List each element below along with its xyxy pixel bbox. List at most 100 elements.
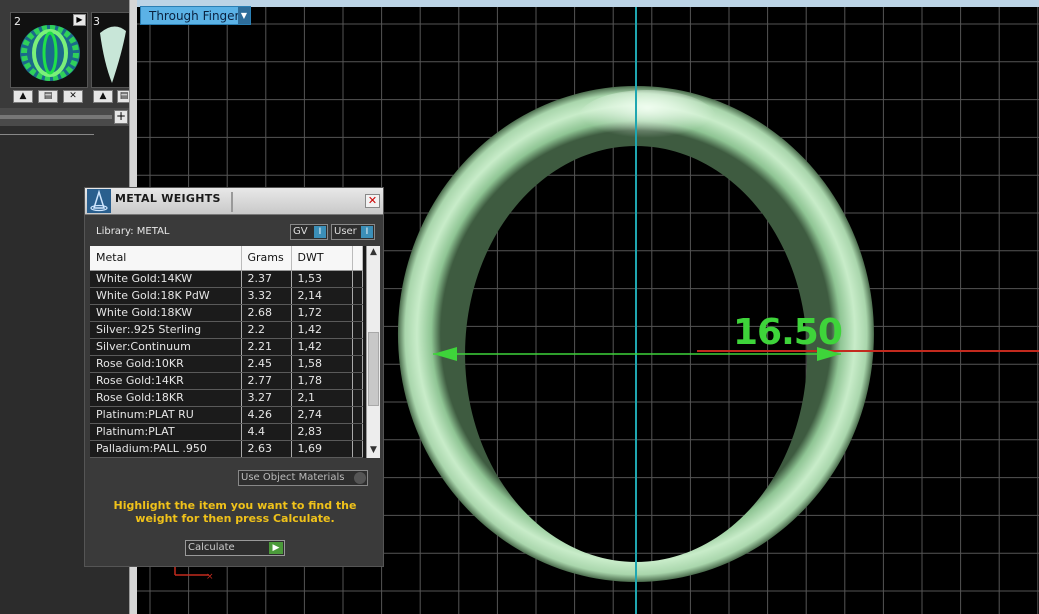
metal-weights-icon [87,189,111,213]
cell-dwt: 2,14 [291,287,353,305]
use-object-materials-label: Use Object Materials [241,472,345,483]
cell-extra [352,389,363,407]
table-row[interactable]: Rose Gold:14KR 2.77 1,78 [90,372,363,390]
cell-metal: Rose Gold:14KR [90,372,242,390]
divider [0,134,94,135]
play-arrow-icon: ▶ [269,542,283,554]
cell-dwt: 1,69 [291,440,353,458]
cell-grams: 3.27 [241,389,292,407]
scroll-thumb[interactable] [368,332,379,406]
cell-grams: 2.21 [241,338,292,356]
cell-dwt: 1,72 [291,304,353,322]
cell-extra [352,440,363,458]
column-header-metal[interactable]: Metal [90,246,242,271]
cell-grams: 2.68 [241,304,292,322]
chevron-down-icon[interactable]: ▼ [238,7,250,24]
calculate-button[interactable]: Calculate ▶ [185,540,285,556]
table-row[interactable]: White Gold:18KW 2.68 1,72 [90,304,363,322]
table-row[interactable]: White Gold:18K PdW 3.32 2,14 [90,287,363,305]
table-scrollbar[interactable]: ▲ ▼ [366,246,380,458]
cell-metal: Silver:Continuum [90,338,242,356]
cell-grams: 2.63 [241,440,292,458]
cell-grams: 2.45 [241,355,292,373]
table-row[interactable]: Platinum:PLAT RU 4.26 2,74 [90,406,363,424]
metal-weights-dialog: METAL WEIGHTS ✕ Library: METAL GV I User… [84,187,384,567]
library-label: Library: METAL [96,226,170,237]
table-row[interactable]: Platinum:PLAT 4.4 2,83 [90,423,363,441]
cell-extra [352,372,363,390]
close-icon[interactable]: ✕ [63,90,83,103]
user-label: User [334,226,357,237]
table-row[interactable]: Silver:Continuum 2.21 1,42 [90,338,363,356]
table-row[interactable]: Silver:.925 Sterling 2.2 1,42 [90,321,363,339]
cell-grams: 2.2 [241,321,292,339]
thumbnail-number: 2 [14,15,21,28]
table-row[interactable]: Rose Gold:18KR 3.27 2,1 [90,389,363,407]
cell-dwt: 1,42 [291,338,353,356]
cell-metal: White Gold:18KW [90,304,242,322]
cell-extra [352,270,363,288]
table-row[interactable]: Rose Gold:10KR 2.45 1,58 [90,355,363,373]
radio-indicator-icon [354,472,366,484]
view-mode-label: Through Finger [149,9,240,23]
calculate-label: Calculate [188,542,235,553]
toggle-indicator-icon: I [361,226,373,238]
table-header-row: Metal Grams DWT [90,246,363,271]
viewport-top-border [137,0,1039,7]
cell-extra [352,355,363,373]
cell-extra [352,338,363,356]
cell-dwt: 1,53 [291,270,353,288]
cell-grams: 4.26 [241,406,292,424]
save-icon[interactable]: ▤ [38,90,58,103]
dialog-title: METAL WEIGHTS [115,192,221,205]
up-arrow-icon[interactable]: ▲ [93,90,113,103]
cell-dwt: 2,83 [291,423,353,441]
cell-extra [352,406,363,424]
cell-dwt: 2,74 [291,406,353,424]
column-header-grams[interactable]: Grams [241,246,292,271]
use-object-materials-toggle[interactable]: Use Object Materials [238,470,368,486]
cell-metal: Silver:.925 Sterling [90,321,242,339]
dialog-titlebar[interactable]: METAL WEIGHTS ✕ [85,188,383,215]
cell-dwt: 2,1 [291,389,353,407]
cell-metal: White Gold:18K PdW [90,287,242,305]
cell-grams: 3.32 [241,287,292,305]
add-button[interactable]: + [114,110,128,124]
gv-toggle[interactable]: GV I [290,224,328,240]
thumbnail-number: 3 [93,15,100,28]
cell-grams: 2.77 [241,372,292,390]
view-mode-dropdown[interactable]: Through Finger ▼ [140,6,251,25]
svg-text:×: × [206,572,214,582]
cell-grams: 4.4 [241,423,292,441]
user-toggle[interactable]: User I [331,224,375,240]
cell-dwt: 1,78 [291,372,353,390]
column-header-dwt[interactable]: DWT [291,246,353,271]
cell-metal: Rose Gold:18KR [90,389,242,407]
cell-extra [352,321,363,339]
cell-dwt: 1,58 [291,355,353,373]
cell-metal: White Gold:14KW [90,270,242,288]
scroll-down-icon[interactable]: ▼ [367,444,380,457]
column-header-extra [352,246,363,271]
instruction-text: Highlight the item you want to find the … [113,499,357,525]
slider-track [0,115,112,119]
up-arrow-icon[interactable]: ▲ [13,90,33,103]
cell-extra [352,423,363,441]
cell-grams: 2.37 [241,270,292,288]
cell-metal: Rose Gold:10KR [90,355,242,373]
toggle-indicator-icon: I [314,226,326,238]
cell-dwt: 1,42 [291,321,353,339]
divider [231,192,233,212]
table-row[interactable]: Palladium:PALL .950 2.63 1,69 [90,440,363,458]
metal-table: Metal Grams DWT White Gold:14KW 2.37 1,53 W… [90,246,380,458]
next-arrow-icon[interactable]: ▶ [73,14,86,26]
cell-metal: Platinum:PLAT RU [90,406,242,424]
close-button[interactable]: ✕ [365,194,380,208]
gv-label: GV [293,226,308,237]
cell-extra [352,287,363,305]
cell-metal: Palladium:PALL .950 [90,440,242,458]
cell-metal: Platinum:PLAT [90,423,242,441]
scroll-up-icon[interactable]: ▲ [367,246,380,259]
table-row[interactable]: White Gold:14KW 2.37 1,53 [90,270,363,288]
cell-extra [352,304,363,322]
